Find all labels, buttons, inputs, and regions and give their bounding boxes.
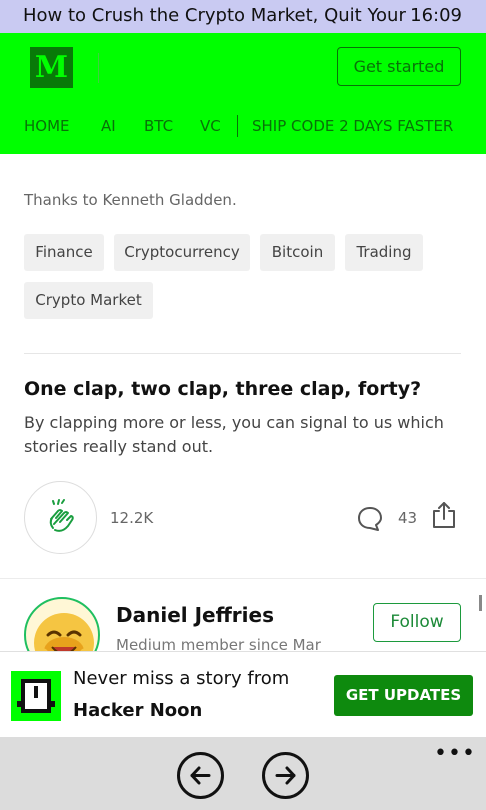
browser-app-bar: ••• (0, 737, 486, 810)
logo-divider (98, 53, 99, 83)
tag-trading[interactable]: Trading (345, 234, 423, 271)
nav-item-home[interactable]: HOME (24, 117, 70, 135)
tag-bitcoin[interactable]: Bitcoin (260, 234, 335, 271)
follow-publication-banner: Never miss a story from Hacker Noon GET … (0, 651, 486, 737)
tag-finance[interactable]: Finance (24, 234, 104, 271)
clock: 16:09 (410, 5, 462, 26)
nav-item-vc[interactable]: VC (200, 117, 221, 135)
get-updates-button[interactable]: GET UPDATES (334, 675, 473, 716)
site-header: M Get started HOME AI BTC VC SHIP CODE 2… (0, 33, 486, 154)
back-button[interactable] (177, 752, 224, 799)
author-membership: Medium member since Mar (116, 636, 321, 651)
forward-arrow-icon (275, 766, 296, 785)
author-card: Daniel Jeffries Medium member since Mar … (0, 579, 486, 651)
status-bar: How to Crush the Crypto Market, Quit You… (0, 0, 486, 33)
nav-item-ship-code[interactable]: SHIP CODE 2 DAYS FASTER (252, 117, 453, 135)
medium-logo[interactable]: M (30, 47, 73, 88)
author-name[interactable]: Daniel Jeffries (116, 603, 274, 627)
nav-divider (237, 115, 238, 137)
thanks-note: Thanks to Kenneth Gladden. (24, 191, 237, 209)
comment-icon[interactable] (356, 505, 384, 533)
medium-logo-letter: M (34, 49, 69, 85)
clap-button[interactable] (24, 481, 97, 554)
banner-publication-name: Hacker Noon (73, 700, 203, 721)
nav-item-btc[interactable]: BTC (144, 117, 173, 135)
back-arrow-icon (190, 766, 211, 785)
section-divider (24, 353, 461, 354)
comment-count: 43 (398, 509, 418, 527)
window-title: How to Crush the Crypto Market, Quit You… (23, 5, 406, 26)
clap-heading: One clap, two clap, three clap, forty? (24, 378, 422, 400)
clap-description: By clapping more or less, you can signal… (24, 413, 444, 456)
forward-button[interactable] (262, 752, 309, 799)
clap-icon (49, 499, 74, 532)
more-options-button[interactable]: ••• (434, 743, 476, 765)
hacker-noon-logo-icon (11, 671, 61, 721)
nav-item-ai[interactable]: AI (101, 117, 116, 135)
share-icon[interactable] (430, 500, 458, 530)
scrollbar-thumb[interactable] (479, 595, 482, 611)
follow-button[interactable]: Follow (373, 603, 461, 642)
get-started-button[interactable]: Get started (337, 47, 461, 86)
tag-cryptocurrency[interactable]: Cryptocurrency (114, 234, 250, 271)
tag-crypto-market[interactable]: Crypto Market (24, 282, 153, 319)
author-avatar[interactable] (24, 597, 100, 651)
clap-count: 12.2K (110, 509, 154, 527)
banner-text: Never miss a story from (73, 668, 290, 689)
